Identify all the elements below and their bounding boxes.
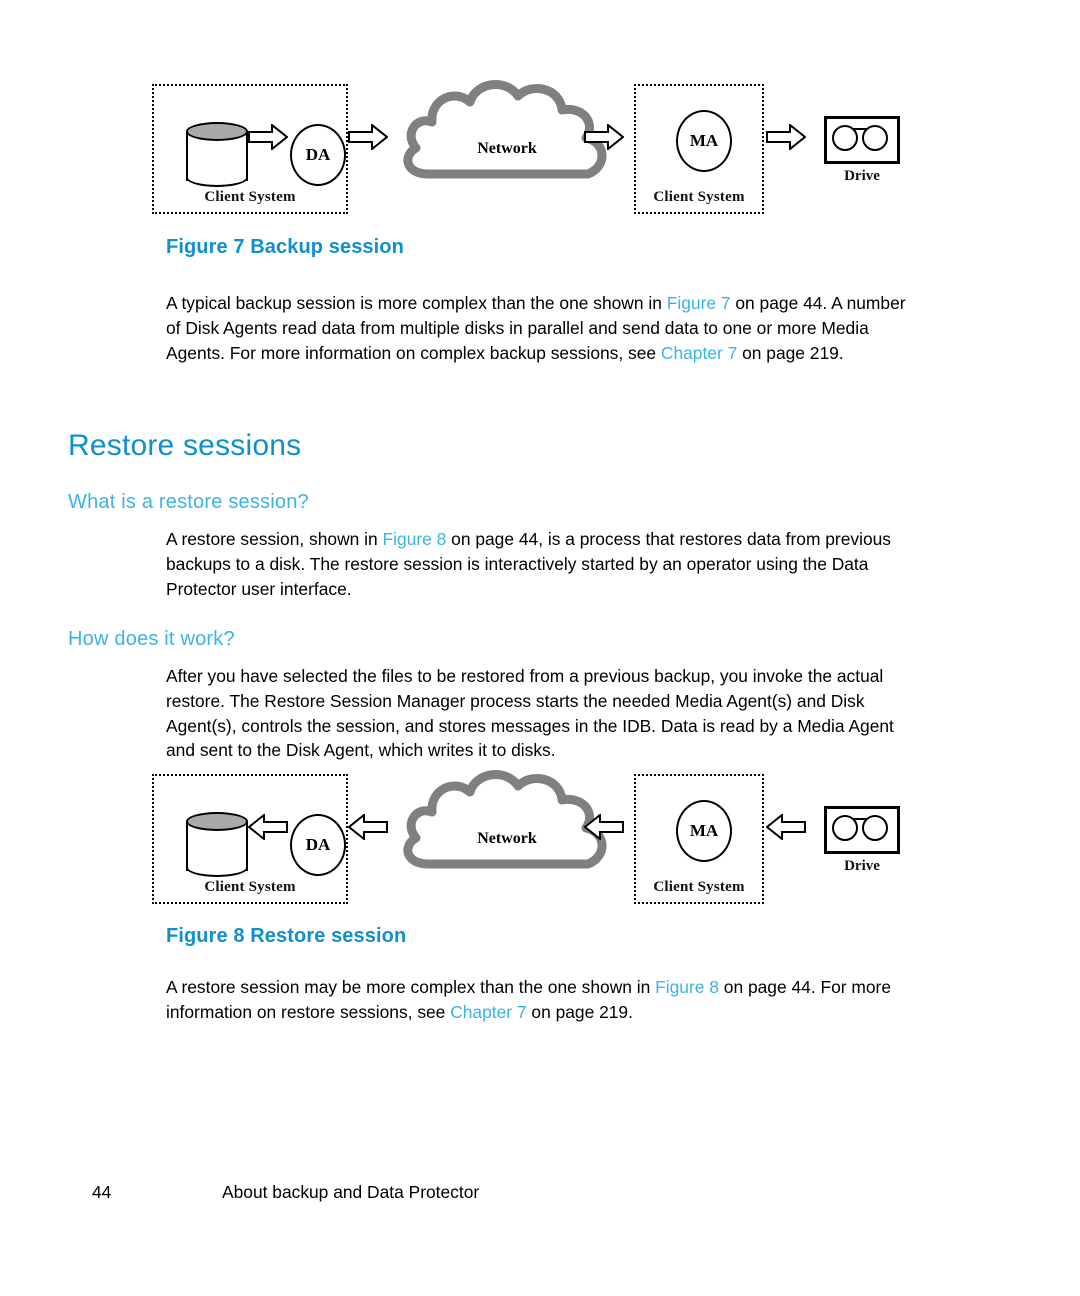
arrow-da-to-network-icon (348, 124, 388, 150)
text-run: A restore session, shown in (166, 529, 383, 550)
figure-backup-session-diagram: DA Client System Network Client System M… (152, 72, 912, 222)
arrow-drive-to-ma-icon (766, 814, 806, 840)
disk-agent-node: DA (290, 124, 346, 186)
figure-restore-session-diagram: DA Client System Network Client System M… (152, 762, 912, 912)
footer-page-number: 44 (92, 1182, 112, 1202)
xref-figure-7[interactable]: Figure 7 (667, 293, 731, 313)
xref-figure-8[interactable]: Figure 8 (655, 977, 719, 997)
xref-figure-8[interactable]: Figure 8 (383, 529, 447, 549)
arrow-ma-to-network-icon (584, 814, 624, 840)
figure-7-caption: Figure 7 Backup session (166, 236, 404, 258)
text-run: A typical backup session is more complex… (166, 293, 667, 314)
arrow-network-to-ma-icon (584, 124, 624, 150)
text-run: on page 219. (737, 342, 844, 363)
client-system-label-left: Client System (204, 189, 296, 205)
subheading-how-does-it-work: How does it work? (68, 627, 235, 650)
arrow-ma-to-drive-icon (766, 124, 806, 150)
text-run: on page 219. (526, 1001, 633, 1022)
client-system-label-right: Client System (653, 189, 745, 205)
client-system-label-left: Client System (204, 879, 296, 895)
client-system-label-right: Client System (653, 879, 745, 895)
figure-8-caption: Figure 8 Restore session (166, 925, 407, 947)
disk-agent-node: DA (290, 814, 346, 876)
paragraph-what-is-a-restore-session: A restore session, shown in Figure 8 on … (166, 527, 906, 601)
media-agent-node: MA (676, 800, 732, 862)
disk-cylinder-icon (186, 122, 248, 188)
document-page: DA Client System Network Client System M… (0, 0, 1080, 1296)
paragraph-backup-session-complexity: A typical backup session is more complex… (166, 291, 906, 365)
subheading-what-is-a-restore-session: What is a restore session? (68, 490, 309, 513)
footer-chapter-title: About backup and Data Protector (222, 1182, 480, 1202)
drive-label: Drive (844, 858, 880, 874)
arrow-da-to-disk-icon (248, 814, 288, 840)
arrow-network-to-da-icon (348, 814, 388, 840)
arrow-disk-to-da-icon (248, 124, 288, 150)
section-heading-restore-sessions: Restore sessions (68, 429, 302, 463)
xref-chapter-7[interactable]: Chapter 7 (450, 1002, 526, 1022)
media-agent-node: MA (676, 110, 732, 172)
drive-label: Drive (844, 168, 880, 184)
xref-chapter-7[interactable]: Chapter 7 (661, 343, 737, 363)
tape-drive-icon (824, 116, 900, 164)
disk-cylinder-icon (186, 812, 248, 878)
paragraph-restore-session-complexity: A restore session may be more complex th… (166, 975, 906, 1024)
text-run: A restore session may be more complex th… (166, 977, 656, 998)
tape-drive-icon (824, 806, 900, 854)
paragraph-how-does-it-work: After you have selected the files to be … (166, 666, 894, 761)
